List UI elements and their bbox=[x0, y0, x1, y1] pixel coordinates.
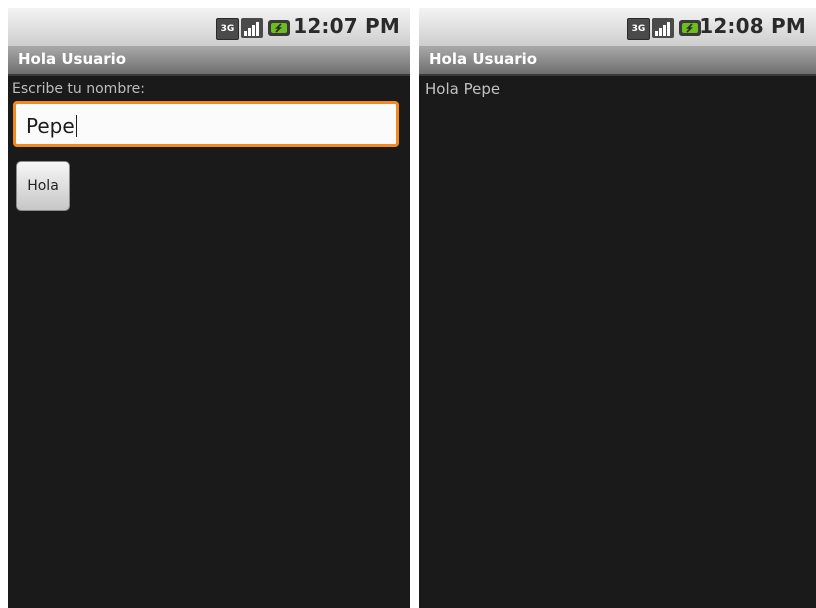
status-time: 12:07 PM bbox=[293, 14, 400, 38]
network-3g-icon: 3G bbox=[216, 18, 239, 40]
app-title: Hola Usuario bbox=[18, 50, 127, 68]
signal-strength-icon bbox=[241, 18, 263, 38]
name-input[interactable]: Pepe bbox=[13, 101, 399, 147]
status-bar: 3G 12:08 PM bbox=[419, 8, 816, 46]
status-time: 12:08 PM bbox=[699, 14, 806, 38]
phone-screen-input: 3G 12:07 PM Hola Usuario Escribe tu nomb… bbox=[8, 8, 410, 608]
battery-icon bbox=[679, 20, 701, 36]
hola-button[interactable]: Hola bbox=[16, 161, 70, 211]
app-title-bar: Hola Usuario bbox=[419, 46, 816, 76]
status-bar: 3G 12:07 PM bbox=[8, 8, 410, 46]
greeting-text: Hola Pepe bbox=[425, 80, 501, 98]
phone-screen-greeting: 3G 12:08 PM Hola Usuario Hola Pepe bbox=[419, 8, 816, 608]
name-prompt-label: Escribe tu nombre: bbox=[12, 81, 145, 97]
name-input-value: Pepe bbox=[26, 114, 75, 138]
text-cursor bbox=[75, 115, 77, 137]
battery-icon bbox=[268, 20, 290, 36]
app-title: Hola Usuario bbox=[429, 50, 538, 68]
network-3g-icon: 3G bbox=[627, 18, 650, 40]
signal-strength-icon bbox=[652, 18, 674, 38]
name-input-text: Pepe bbox=[26, 114, 77, 138]
app-title-bar: Hola Usuario bbox=[8, 46, 410, 76]
